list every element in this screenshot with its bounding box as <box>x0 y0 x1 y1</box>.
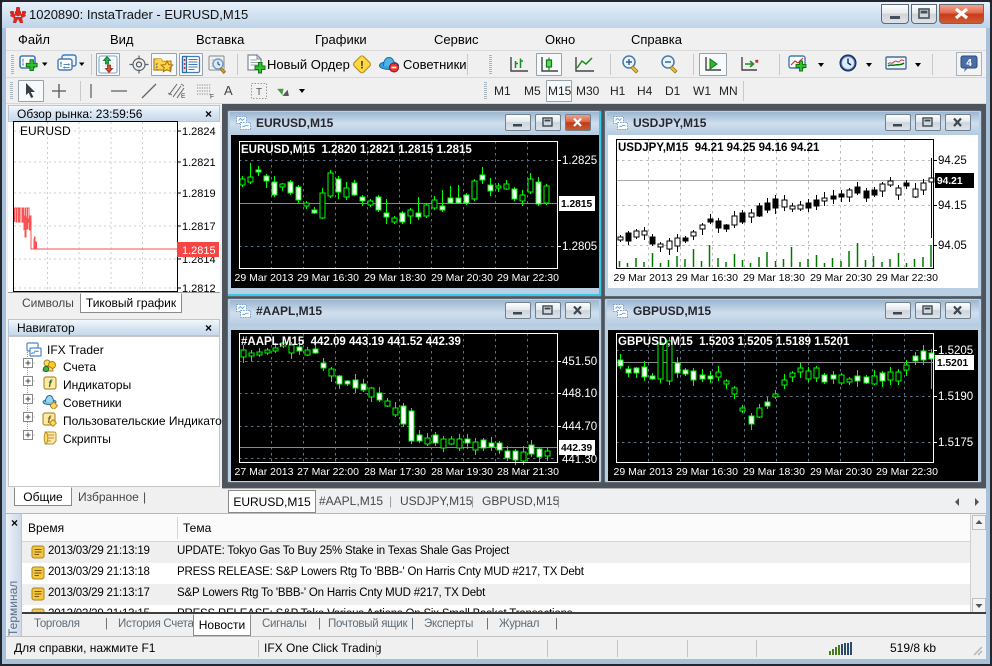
svg-text:29 Mar 22:30: 29 Mar 22:30 <box>497 272 559 284</box>
svg-text:29 Mar 18:30: 29 Mar 18:30 <box>743 272 805 284</box>
svg-text:29 Mar 16:30: 29 Mar 16:30 <box>676 272 738 284</box>
svg-text:1.2815: 1.2815 <box>561 199 592 210</box>
svg-text:28 Mar 19:30: 28 Mar 19:30 <box>431 466 493 478</box>
svg-text:29 Mar 18:30: 29 Mar 18:30 <box>743 466 805 478</box>
svg-text:27 Mar 2013: 27 Mar 2013 <box>235 466 294 478</box>
svg-text:29 Mar 20:30: 29 Mar 20:30 <box>431 272 493 284</box>
svg-text:29 Mar 2013: 29 Mar 2013 <box>614 272 673 284</box>
svg-text:1.5201: 1.5201 <box>937 358 968 369</box>
svg-text:29 Mar 18:30: 29 Mar 18:30 <box>364 272 426 284</box>
svg-text:T: T <box>256 87 262 98</box>
svg-text:1.2805: 1.2805 <box>562 241 597 253</box>
svg-text:94.21: 94.21 <box>937 176 963 187</box>
svg-text:!: ! <box>360 60 364 72</box>
svg-text:USDJPY,M15 94.21 94.25 94.16: USDJPY,M15 94.21 94.25 94.16 94.21 <box>618 142 820 154</box>
svg-text:448.10: 448.10 <box>562 388 597 400</box>
svg-text:1.2825: 1.2825 <box>562 155 597 167</box>
svg-text:441.30: 441.30 <box>562 454 597 466</box>
svg-text:29 Mar 22:30: 29 Mar 22:30 <box>876 272 938 284</box>
svg-text:29 Mar 16:30: 29 Mar 16:30 <box>676 466 738 478</box>
svg-text:29 Mar 20:30: 29 Mar 20:30 <box>810 272 872 284</box>
svg-text:29 Mar 16:30: 29 Mar 16:30 <box>297 272 359 284</box>
svg-text:27 Mar 22:00: 27 Mar 22:00 <box>297 466 359 478</box>
svg-text:28 Mar 17:30: 28 Mar 17:30 <box>364 466 426 478</box>
svg-text:EURUSD,M15 1.2820 1.2821 1.28: EURUSD,M15 1.2820 1.2821 1.2815 1.2815 <box>241 144 472 156</box>
svg-text:29 Mar 2013: 29 Mar 2013 <box>235 272 294 284</box>
svg-text:1.2817: 1.2817 <box>182 221 216 233</box>
svg-text:94.15: 94.15 <box>938 200 967 212</box>
svg-text:1.2824: 1.2824 <box>182 126 216 138</box>
svg-text:29 Mar 20:30: 29 Mar 20:30 <box>810 466 872 478</box>
svg-text:1.5190: 1.5190 <box>938 391 973 403</box>
svg-text:1.5175: 1.5175 <box>938 437 973 449</box>
svg-text:29 Mar 2013: 29 Mar 2013 <box>614 466 673 478</box>
svg-text:29 Mar 22:30: 29 Mar 22:30 <box>876 466 938 478</box>
svg-text:94.25: 94.25 <box>938 155 967 167</box>
svg-text:EURUSD: EURUSD <box>20 124 71 138</box>
svg-text:#AAPL,M15 442.09 443.19 441.5: #AAPL,M15 442.09 443.19 441.52 442.39 <box>241 336 461 348</box>
svg-text:451.50: 451.50 <box>562 356 597 368</box>
svg-text:28 Mar 21:30: 28 Mar 21:30 <box>497 466 559 478</box>
svg-text:1.2815: 1.2815 <box>182 245 216 257</box>
svg-text:4: 4 <box>966 58 972 69</box>
svg-text:1.2821: 1.2821 <box>182 157 216 169</box>
svg-text:GBPUSD,M15 1.5203 1.5205 1.51: GBPUSD,M15 1.5203 1.5205 1.5189 1.5201 <box>618 336 850 348</box>
svg-text:E: E <box>181 93 186 100</box>
svg-text:F: F <box>210 94 214 101</box>
svg-text:94.05: 94.05 <box>938 240 967 252</box>
svg-text:1.2819: 1.2819 <box>182 188 216 200</box>
svg-text:444.70: 444.70 <box>562 421 597 433</box>
svg-text:442.39: 442.39 <box>561 443 592 454</box>
